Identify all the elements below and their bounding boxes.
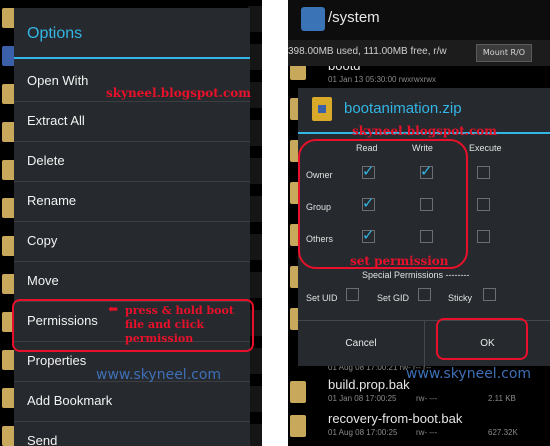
file-icon — [290, 381, 306, 403]
list-item-name: bootd — [328, 66, 361, 73]
right-phone-screen: /system 398.00MB used, 111.00MB free, r/… — [288, 0, 550, 446]
storage-status: 398.00MB used, 111.00MB free, r/w — [288, 46, 447, 57]
ok-highlight-box — [436, 318, 528, 360]
mount-button[interactable]: Mount R/O — [476, 44, 532, 62]
set-uid-checkbox[interactable] — [346, 288, 359, 301]
storage-status-bar: 398.00MB used, 111.00MB free, r/w Mount … — [288, 40, 550, 66]
watermark: www.skyneel.com — [406, 366, 532, 382]
menu-item-extract-all[interactable]: Extract All — [14, 101, 250, 141]
instruction-line-2: file and click — [125, 318, 205, 331]
path-title: /system — [328, 9, 380, 26]
menu-item-rename[interactable]: Rename — [14, 181, 250, 221]
list-item-name: recovery-from-boot.bak — [328, 411, 463, 426]
instruction-line-1: press & hold boot — [125, 304, 234, 317]
watermark: www.skyneel.com — [96, 367, 222, 383]
list-item-size: 2.11 KB — [488, 394, 516, 403]
zip-file-icon — [312, 97, 332, 121]
permissions-highlight-box — [298, 139, 468, 269]
file-icon — [290, 415, 306, 437]
menu-item-delete[interactable]: Delete — [14, 141, 250, 181]
list-item[interactable]: recovery-from-boot.bak 01 Aug 08 17:00:2… — [288, 409, 550, 443]
owner-execute-checkbox[interactable] — [477, 166, 490, 179]
menu-item-move[interactable]: Move — [14, 261, 250, 301]
arrow-left-icon: ⬅ — [108, 302, 119, 316]
drive-icon — [301, 7, 325, 31]
list-item-size: 627.32K — [488, 428, 518, 437]
blog-annotation: skyneel.blogspot.com — [352, 124, 497, 138]
list-item-meta: 01 Aug 08 17:00:25 — [328, 428, 398, 437]
menu-item-copy[interactable]: Copy — [14, 221, 250, 261]
list-item-perm: rw- --- — [416, 428, 438, 437]
menu-item-add-bookmark[interactable]: Add Bookmark — [14, 381, 250, 421]
sticky-label: Sticky — [448, 293, 473, 303]
sticky-checkbox[interactable] — [483, 288, 496, 301]
special-permissions-label: Special Permissions -------- — [362, 270, 470, 280]
cancel-button[interactable]: Cancel — [298, 321, 424, 366]
app-header: /system — [288, 0, 550, 40]
group-execute-checkbox[interactable] — [477, 198, 490, 211]
list-item-perm: rw- --- — [416, 394, 438, 403]
list-item-meta: 01 Jan 08 17:00:25 — [328, 394, 397, 403]
others-execute-checkbox[interactable] — [477, 230, 490, 243]
set-gid-label: Set GID — [377, 293, 410, 303]
column-execute: Execute — [469, 143, 502, 153]
instruction-line-3: permission — [125, 332, 194, 345]
menu-item-send[interactable]: Send — [14, 421, 250, 446]
folder-icon — [290, 66, 306, 80]
blog-annotation: skyneel.blogspot.com — [106, 86, 251, 100]
left-phone-screen: Options Open With Extract All Delete Ren… — [0, 0, 262, 446]
set-gid-checkbox[interactable] — [418, 288, 431, 301]
set-uid-label: Set UID — [306, 293, 338, 303]
list-item-meta: 01 Jan 13 05:30:00 rwxrwxrwx — [328, 75, 437, 84]
permissions-dialog-title: bootanimation.zip — [344, 100, 462, 117]
set-permission-annotation: set permission — [350, 254, 449, 268]
options-dialog-title: Options — [14, 8, 250, 59]
list-item[interactable]: bootd 01 Jan 13 05:30:00 rwxrwxrwx — [288, 66, 550, 88]
list-item-name: build.prop.bak — [328, 377, 410, 392]
